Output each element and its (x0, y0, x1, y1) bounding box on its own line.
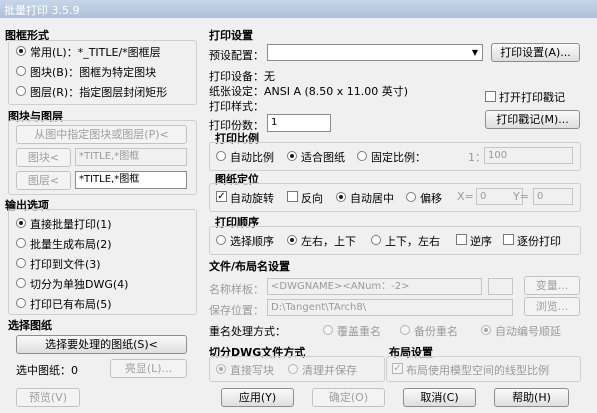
split-write-block-radio[interactable] (216, 364, 226, 374)
split-purge-save-radio[interactable] (288, 364, 298, 374)
paper-setting-label: 纸张设定：ANSI A (8.50 x 11.00 英寸) (209, 85, 409, 98)
reverse-order-label[interactable]: 逆序 (470, 233, 492, 249)
scale-fit-label[interactable]: 适合图纸 (301, 149, 345, 165)
auto-rotate-checkbox[interactable]: ✓ (216, 191, 227, 202)
open-stamp-label[interactable]: 打开打印戳记 (499, 89, 565, 105)
order-select-radio[interactable] (216, 235, 226, 245)
output-direct-print-radio[interactable] (16, 218, 26, 228)
print-settings-button[interactable]: 打印设置(A)... (491, 43, 580, 62)
scale-fixed-label[interactable]: 固定比例： (371, 149, 426, 165)
output-print-file-radio[interactable] (16, 258, 26, 268)
pick-block-layer-button[interactable]: 从图中指定图块或图层(P)< (16, 125, 187, 144)
name-extra-field[interactable] (488, 278, 513, 295)
order-ud-radio[interactable] (371, 235, 381, 245)
help-button[interactable]: 帮助(H) (494, 388, 569, 407)
scale-fit-radio[interactable] (287, 151, 297, 161)
output-gen-layout-label[interactable]: 批量生成布局(2) (30, 236, 112, 252)
highlight-button[interactable]: 亮显(L)... (110, 359, 187, 378)
dialog-window: 批量打印 3.5.9 图框形式 常用(L)：*_TITLE/*图框层 图块(B)… (0, 0, 597, 413)
layout-linetype-label[interactable]: 布局使用模型空间的线型比例 (406, 362, 549, 378)
save-location-field[interactable]: D:\Tangent\TArch8\ (267, 299, 513, 316)
rename-autonum-label[interactable]: 自动编号顺延 (495, 323, 561, 339)
cancel-button[interactable]: 取消(C) (403, 388, 476, 407)
auto-rotate-label[interactable]: 自动旋转 (230, 190, 274, 206)
file-name-title: 文件/布局名设置 (209, 260, 291, 273)
order-ud-label[interactable]: 上下，左右 (385, 233, 440, 249)
scale-auto-label[interactable]: 自动比例 (230, 149, 274, 165)
rename-overwrite-radio[interactable] (323, 325, 333, 335)
output-print-file-label[interactable]: 打印到文件(3) (30, 256, 101, 272)
window-title: 批量打印 3.5.9 (4, 4, 80, 17)
output-gen-layout-radio[interactable] (16, 238, 26, 248)
mode-common-radio[interactable] (16, 46, 26, 56)
mode-layer-label[interactable]: 图层(R)：指定图层封闭矩形 (30, 84, 167, 100)
offset-label[interactable]: 偏移 (420, 190, 442, 206)
order-lr-label[interactable]: 左右，上下 (301, 233, 356, 249)
y-offset-label: Y= (513, 190, 529, 203)
print-settings-title: 打印设置 (209, 29, 253, 42)
mode-common-label[interactable]: 常用(L)：*_TITLE/*图框层 (30, 44, 161, 60)
rename-label: 重名处理方式： (209, 325, 286, 338)
preset-dropdown[interactable]: ▼ (267, 44, 483, 61)
save-location-label: 保存位置： (209, 304, 264, 317)
apply-button[interactable]: 应用(Y) (221, 388, 294, 407)
layer-button[interactable]: 图层< (16, 171, 71, 190)
x-offset-label: X= (457, 190, 474, 203)
mode-block-radio[interactable] (16, 66, 26, 76)
rename-overwrite-label[interactable]: 覆盖重名 (337, 323, 381, 339)
rename-autonum-radio[interactable] (481, 325, 491, 335)
y-offset-field[interactable]: 0 (533, 188, 573, 205)
output-split-dwg-radio[interactable] (16, 278, 26, 288)
split-purge-save-label[interactable]: 清理并保存 (302, 362, 357, 378)
output-existing-layout-radio[interactable] (16, 298, 26, 308)
rename-backup-label[interactable]: 备份重名 (414, 323, 458, 339)
reverse-order-checkbox[interactable] (456, 234, 467, 245)
preset-label: 预设配置： (209, 49, 264, 62)
split-write-block-label[interactable]: 直接写块 (230, 362, 274, 378)
chevron-down-icon: ▼ (471, 48, 479, 57)
mode-layer-radio[interactable] (16, 86, 26, 96)
order-select-label[interactable]: 选择顺序 (230, 233, 274, 249)
page-print-label[interactable]: 逐份打印 (517, 233, 561, 249)
print-device-label: 打印设备：无 (209, 70, 275, 83)
layout-linetype-checkbox[interactable]: ✓ (392, 363, 403, 374)
auto-center-radio[interactable] (336, 192, 346, 202)
auto-center-label[interactable]: 自动居中 (350, 190, 394, 206)
output-split-dwg-label[interactable]: 切分为单独DWG(4) (30, 276, 128, 292)
block-button[interactable]: 图块< (16, 148, 71, 167)
preview-button[interactable]: 预览(V) (16, 388, 80, 407)
name-template-label: 名称样板： (209, 283, 264, 296)
rename-backup-radio[interactable] (400, 325, 410, 335)
open-stamp-checkbox[interactable] (485, 91, 496, 102)
reverse-checkbox[interactable] (287, 191, 298, 202)
scale-fixed-radio[interactable] (357, 151, 367, 161)
select-sheets-title: 选择图纸 (8, 319, 52, 332)
mode-block-label[interactable]: 图块(B)：图框为特定图块 (30, 64, 156, 80)
browse-button[interactable]: 浏览... (524, 297, 580, 316)
ok-button[interactable]: 确定(O) (312, 388, 385, 407)
reverse-label[interactable]: 反向 (301, 190, 323, 206)
offset-radio[interactable] (406, 192, 416, 202)
layer-name-field[interactable]: *TITLE,*图框 (75, 171, 187, 189)
scale-value-field[interactable]: 100 (484, 147, 573, 164)
block-name-field[interactable]: *TITLE,*图框 (75, 148, 187, 166)
print-style-label: 打印样式： (209, 100, 264, 113)
page-print-checkbox[interactable] (503, 234, 514, 245)
print-stamp-button[interactable]: 打印戳记(M)... (485, 110, 580, 129)
scale-auto-radio[interactable] (216, 151, 226, 161)
name-template-field[interactable]: <DWGNAME><ANum：-2> (267, 278, 482, 295)
output-existing-layout-label[interactable]: 打印已有布局(5) (30, 296, 112, 312)
copies-field[interactable]: 1 (267, 114, 331, 132)
title-bar: 批量打印 3.5.9 (0, 0, 597, 18)
selected-count-label: 选中图纸：0 (16, 364, 78, 377)
select-sheets-button[interactable]: 选择要处理的图纸(S)< (16, 335, 187, 354)
output-direct-print-label[interactable]: 直接批量打印(1) (30, 216, 112, 232)
order-lr-radio[interactable] (287, 235, 297, 245)
variable-button[interactable]: 变量... (524, 276, 580, 295)
